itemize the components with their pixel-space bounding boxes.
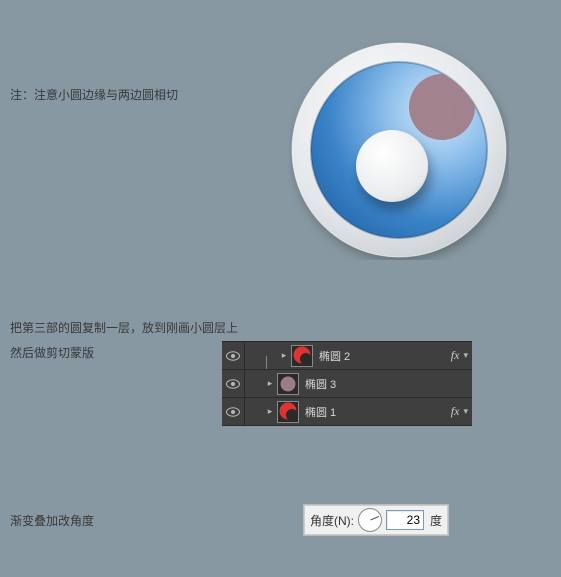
annotation-instruction-1: 把第三部的圆复制一层，放到刚画小圆层上 [10, 319, 238, 336]
expand-arrow-icon[interactable]: ▸ [263, 378, 277, 389]
layer-thumbnail[interactable] [291, 345, 313, 367]
angle-input[interactable] [386, 510, 424, 530]
expand-arrow-icon[interactable]: ▸ [277, 350, 291, 361]
layer-thumbnail[interactable] [277, 373, 299, 395]
visibility-toggle[interactable] [222, 398, 245, 425]
fx-expand-icon[interactable]: ▾ [463, 350, 472, 361]
layer-row[interactable]: ▸ 椭圆 2 fx ▾ [222, 341, 472, 370]
angle-field-label: 角度(N): [310, 512, 354, 529]
expand-arrow-icon[interactable]: ▸ [263, 406, 277, 417]
angle-dial[interactable] [358, 508, 382, 532]
visibility-toggle[interactable] [222, 370, 245, 397]
layers-panel: ▸ 椭圆 2 fx ▾ ▸ 椭圆 3 ▸ 椭圆 1 fx ▾ [222, 341, 472, 425]
layer-thumbnail[interactable] [277, 401, 299, 423]
layer-name[interactable]: 椭圆 3 [305, 376, 472, 392]
visibility-toggle[interactable] [222, 342, 245, 369]
angle-unit-label: 度 [430, 512, 442, 529]
annotation-angle-label: 渐变叠加改角度 [10, 512, 94, 529]
preview-graphic [289, 40, 509, 263]
fx-indicator[interactable]: fx [451, 348, 464, 363]
layer-row[interactable]: ▸ 椭圆 3 [222, 369, 472, 398]
layer-name[interactable]: 椭圆 1 [305, 404, 451, 420]
fx-indicator[interactable]: fx [451, 404, 464, 419]
angle-control-panel: 角度(N): 度 [303, 504, 449, 536]
layer-name[interactable]: 椭圆 2 [319, 348, 451, 364]
layer-row[interactable]: ▸ 椭圆 1 fx ▾ [222, 397, 472, 426]
annotation-instruction-2: 然后做剪切蒙版 [10, 344, 94, 361]
annotation-note-top: 注：注意小圆边缘与两边圆相切 [10, 86, 178, 103]
fx-expand-icon[interactable]: ▾ [463, 406, 472, 417]
